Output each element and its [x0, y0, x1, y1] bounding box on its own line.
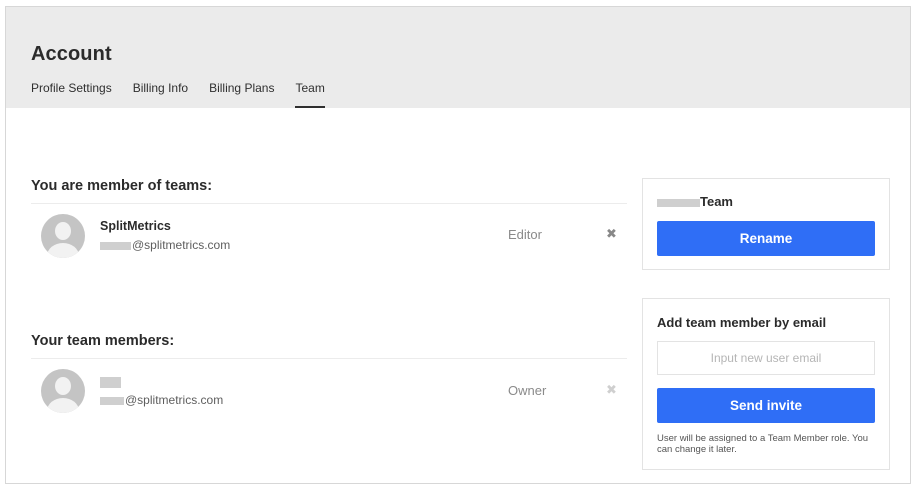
invite-hint: User will be assigned to a Team Member r… [657, 433, 869, 455]
avatar [41, 369, 85, 413]
email-domain: @splitmetrics.com [125, 393, 224, 407]
redacted-text [657, 198, 700, 207]
members-section-title: Your team members: [31, 333, 175, 349]
team-name: SplitMetrics [100, 219, 171, 233]
account-header: Account Profile Settings Billing Info Bi… [6, 7, 910, 108]
redacted-text [100, 396, 124, 405]
tab-bar: Profile Settings Billing Info Billing Pl… [31, 81, 346, 108]
email-field[interactable] [657, 341, 875, 375]
send-invite-button[interactable]: Send invite [657, 388, 875, 423]
invite-card-title: Add team member by email [657, 315, 827, 330]
teams-section-title: You are member of teams: [31, 178, 213, 194]
tab-team[interactable]: Team [295, 81, 326, 108]
team-card-title: Team [657, 194, 733, 209]
page-title: Account [31, 43, 112, 65]
list-item: @splitmetrics.com Owner ✖ [31, 359, 627, 419]
team-card: Team Rename [642, 178, 890, 270]
list-item: SplitMetrics @splitmetrics.com Editor ✖ [31, 204, 627, 264]
avatar [41, 214, 85, 258]
member-email: @splitmetrics.com [100, 393, 223, 407]
tab-billing-info[interactable]: Billing Info [133, 81, 188, 108]
close-icon[interactable]: ✖ [606, 226, 617, 242]
invite-card: Add team member by email Send invite Use… [642, 298, 890, 470]
member-role: Owner [508, 383, 547, 398]
redacted-text [100, 377, 121, 389]
member-role: Editor [508, 227, 542, 242]
tab-billing-plans[interactable]: Billing Plans [209, 81, 274, 108]
account-panel: Account Profile Settings Billing Info Bi… [5, 6, 911, 484]
redacted-text [100, 241, 131, 250]
member-email: @splitmetrics.com [100, 238, 230, 252]
email-domain: @splitmetrics.com [132, 238, 231, 252]
rename-button[interactable]: Rename [657, 221, 875, 256]
tab-profile-settings[interactable]: Profile Settings [31, 81, 112, 108]
member-name [100, 375, 121, 389]
close-icon: ✖ [606, 382, 617, 397]
